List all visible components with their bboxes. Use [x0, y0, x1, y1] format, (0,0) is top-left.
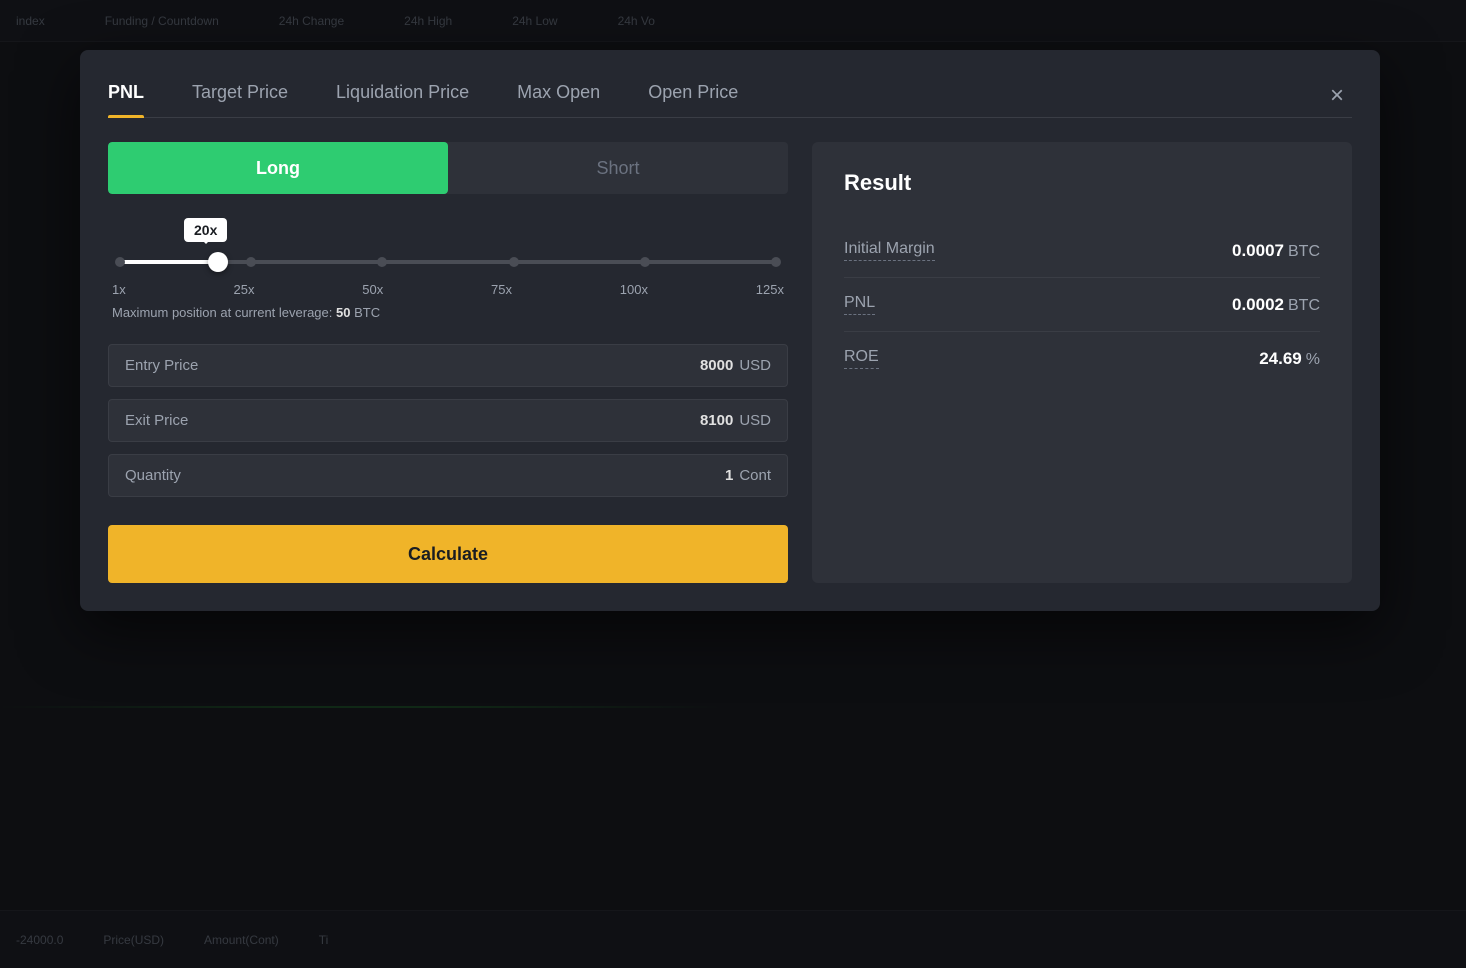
roe-value: 24.69%	[1259, 349, 1320, 369]
short-button[interactable]: Short	[448, 142, 788, 194]
quantity-unit: Cont	[739, 467, 771, 484]
quantity-label: Quantity	[125, 467, 725, 484]
roe-label: ROE	[844, 348, 879, 369]
slider-labels: 1x 25x 50x 75x 100x 125x	[112, 282, 784, 297]
entry-price-unit: USD	[739, 357, 771, 374]
label-100x: 100x	[620, 282, 648, 297]
label-50x: 50x	[362, 282, 383, 297]
label-25x: 25x	[234, 282, 255, 297]
max-position-text: Maximum position at current leverage: 50…	[112, 305, 784, 320]
content-area: Long Short 20x	[108, 142, 1352, 583]
long-button[interactable]: Long	[108, 142, 448, 194]
quantity-value: 1	[725, 467, 733, 484]
label-75x: 75x	[491, 282, 512, 297]
result-title: Result	[844, 170, 1320, 196]
label-1x: 1x	[112, 282, 126, 297]
exit-price-label: Exit Price	[125, 412, 700, 429]
leverage-area: 20x 1x 25x	[108, 218, 788, 320]
pnl-value: 0.0002BTC	[1232, 295, 1320, 315]
exit-price-value: 8100	[700, 412, 733, 429]
label-125x: 125x	[756, 282, 784, 297]
entry-price-value: 8000	[700, 357, 733, 374]
exit-price-field[interactable]: Exit Price 8100 USD	[108, 399, 788, 442]
result-row-pnl: PNL 0.0002BTC	[844, 278, 1320, 332]
tabs-row: PNL Target Price Liquidation Price Max O…	[108, 74, 1352, 118]
leverage-slider-wrapper	[120, 250, 776, 274]
pnl-label: PNL	[844, 294, 875, 315]
entry-price-label: Entry Price	[125, 357, 700, 374]
tab-liquidation-price[interactable]: Liquidation Price	[312, 74, 493, 117]
calculator-modal: PNL Target Price Liquidation Price Max O…	[80, 50, 1380, 611]
entry-price-field[interactable]: Entry Price 8000 USD	[108, 344, 788, 387]
tab-open-price[interactable]: Open Price	[624, 74, 762, 117]
result-row-initial-margin: Initial Margin 0.0007BTC	[844, 224, 1320, 278]
calculate-button[interactable]: Calculate	[108, 525, 788, 583]
tab-pnl[interactable]: PNL	[108, 74, 168, 117]
result-panel: Result Initial Margin 0.0007BTC PNL 0.00…	[812, 142, 1352, 583]
leverage-tooltip: 20x	[184, 218, 227, 242]
exit-price-unit: USD	[739, 412, 771, 429]
close-button[interactable]: ×	[1322, 84, 1352, 108]
tab-target-price[interactable]: Target Price	[168, 74, 312, 117]
initial-margin-value: 0.0007BTC	[1232, 241, 1320, 261]
initial-margin-label: Initial Margin	[844, 240, 935, 261]
quantity-field[interactable]: Quantity 1 Cont	[108, 454, 788, 497]
tab-max-open[interactable]: Max Open	[493, 74, 624, 117]
result-row-roe: ROE 24.69%	[844, 332, 1320, 385]
left-panel: Long Short 20x	[108, 142, 788, 583]
long-short-toggle: Long Short	[108, 142, 788, 194]
